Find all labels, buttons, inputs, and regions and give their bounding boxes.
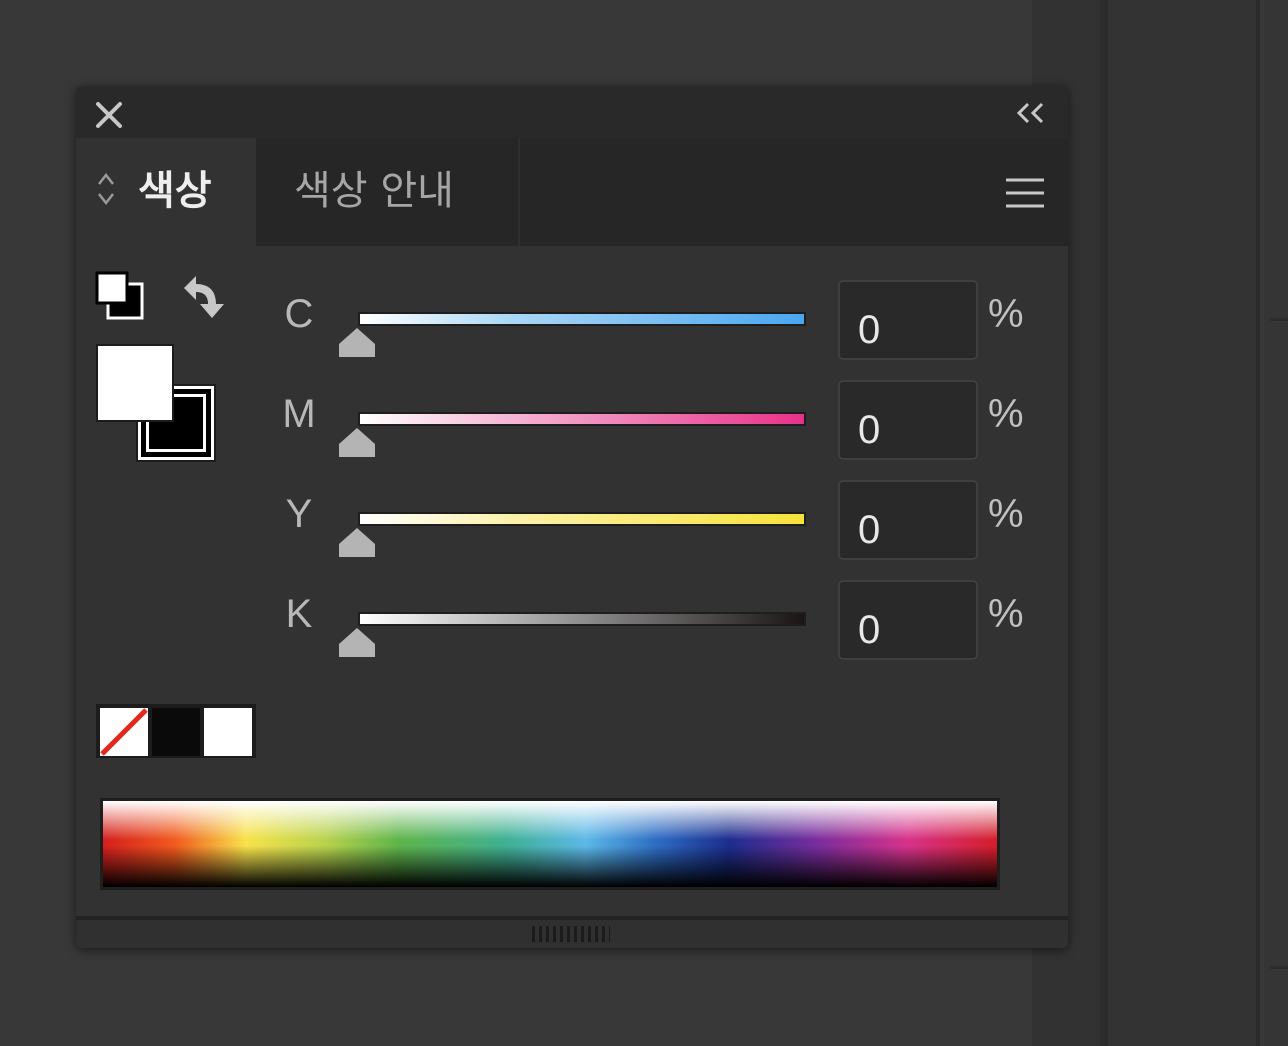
quick-swatches bbox=[96, 704, 256, 758]
swap-fill-stroke-icon[interactable] bbox=[176, 272, 228, 322]
cyan-value-input[interactable]: 0 bbox=[838, 280, 978, 360]
tab-label: 색상 안내 bbox=[294, 168, 454, 214]
percent-label: % bbox=[988, 592, 1024, 636]
none-swatch[interactable] bbox=[100, 708, 148, 756]
menu-icon[interactable] bbox=[1004, 176, 1046, 210]
percent-label: % bbox=[988, 292, 1024, 336]
channel-label-k: K bbox=[285, 592, 313, 636]
cyan-value: 0 bbox=[858, 308, 881, 352]
dock-divider bbox=[1256, 0, 1260, 1046]
black-swatch[interactable] bbox=[152, 708, 200, 756]
updown-icon[interactable] bbox=[96, 170, 116, 208]
yellow-value: 0 bbox=[858, 508, 881, 552]
dock-edge-mark bbox=[1270, 318, 1288, 321]
slider-thumb-magenta[interactable] bbox=[338, 426, 376, 458]
white-swatch[interactable] bbox=[204, 708, 252, 756]
slider-thumb-black[interactable] bbox=[338, 626, 376, 658]
slider-track-cyan[interactable] bbox=[358, 312, 806, 326]
channel-label-y: Y bbox=[285, 492, 313, 536]
channel-label-c: C bbox=[284, 292, 314, 336]
close-icon[interactable] bbox=[92, 98, 126, 132]
magenta-value-input[interactable]: 0 bbox=[838, 380, 978, 460]
slider-track-magenta[interactable] bbox=[358, 412, 806, 426]
magenta-value: 0 bbox=[858, 408, 881, 452]
tab-color[interactable]: 색상 bbox=[76, 138, 256, 246]
black-value: 0 bbox=[858, 608, 881, 652]
slider-track-yellow[interactable] bbox=[358, 512, 806, 526]
panel-titlebar[interactable] bbox=[76, 86, 1068, 138]
dock-edge bbox=[1264, 0, 1288, 1046]
default-fill-stroke-icon[interactable] bbox=[94, 270, 146, 322]
spectrum-black-overlay bbox=[103, 801, 997, 887]
panel-bottom-bar bbox=[76, 916, 1068, 948]
resize-grip[interactable] bbox=[532, 926, 610, 942]
collapse-icon[interactable] bbox=[1014, 100, 1048, 126]
channel-label-m: M bbox=[282, 392, 316, 436]
slider-track-black[interactable] bbox=[358, 612, 806, 626]
percent-label: % bbox=[988, 492, 1024, 536]
tab-color-guide[interactable]: 색상 안내 bbox=[256, 138, 520, 246]
yellow-value-input[interactable]: 0 bbox=[838, 480, 978, 560]
dock-edge-mark bbox=[1270, 966, 1288, 969]
slider-thumb-yellow[interactable] bbox=[338, 526, 376, 558]
dock-area bbox=[1108, 0, 1258, 1046]
dock-divider bbox=[1100, 0, 1108, 1046]
slider-thumb-cyan[interactable] bbox=[338, 326, 376, 358]
tab-label: 색상 bbox=[138, 168, 212, 214]
percent-label: % bbox=[988, 392, 1024, 436]
black-value-input[interactable]: 0 bbox=[838, 580, 978, 660]
color-spectrum[interactable] bbox=[100, 798, 1000, 890]
fill-swatch[interactable] bbox=[96, 344, 174, 422]
color-panel: 색상 색상 안내 C 0 % M 0 % Y 0 % K 0 % bbox=[76, 86, 1068, 948]
tab-bar: 색상 색상 안내 bbox=[76, 138, 1068, 246]
